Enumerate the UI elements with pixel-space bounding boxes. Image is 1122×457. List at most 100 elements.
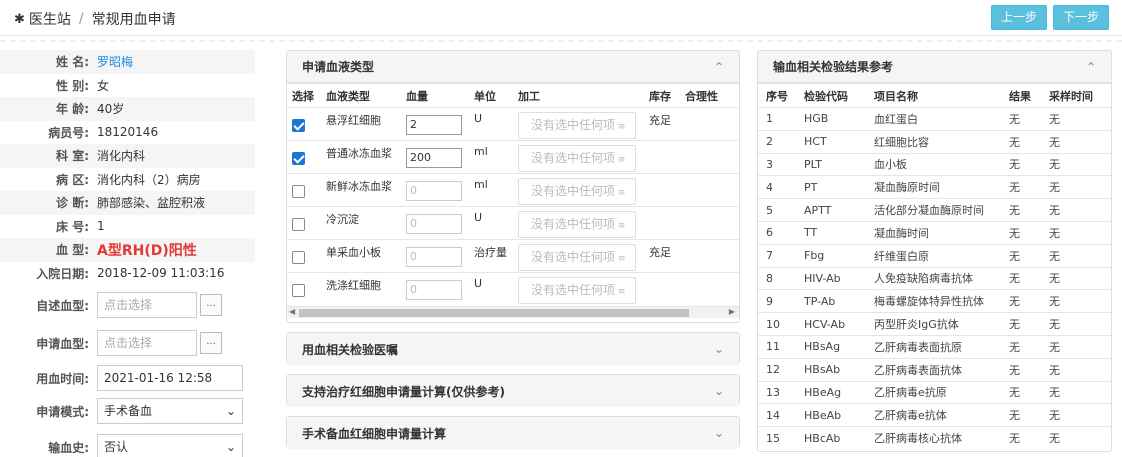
table-cell: 15: [758, 426, 799, 450]
row-checkbox[interactable]: [292, 119, 305, 132]
scroll-right-icon[interactable]: ▶: [729, 307, 735, 316]
processing-select[interactable]: 没有选中任何项 ≡: [518, 178, 636, 205]
scroll-left-icon[interactable]: ◀: [289, 307, 295, 316]
blood-type-cell: 洗涤红细胞: [321, 272, 401, 306]
table-row: 5 APTT 活化部分凝血酶原时间无无: [758, 198, 1111, 222]
table-cell: 乙肝病毒表面抗原: [869, 334, 1004, 359]
table-cell: 梅毒螺旋体特异性抗体: [869, 289, 1004, 313]
patient-field-row: 床 号: 1: [0, 215, 255, 239]
table-cell: 6: [758, 220, 799, 245]
table-cell: 无: [1044, 107, 1111, 131]
select-cell: [287, 206, 321, 240]
quantity-cell: 0: [401, 173, 469, 207]
table-cell: TP-Ab: [799, 289, 869, 313]
table-cell: HBeAb: [799, 403, 869, 427]
prev-step-button[interactable]: 上一步: [991, 5, 1048, 30]
self-blood-picker-button[interactable]: ...: [200, 294, 222, 316]
blood-type-panel: 申请血液类型 ⌃ 选择 血液类型 血量 单位 加工 库存 合理性 悬浮红细胞 2 U 没有选中任何…: [286, 50, 740, 323]
support-rbc-calc-panel[interactable]: 支持治疗红细胞申请量计算(仅供参考) ⌄: [286, 374, 740, 407]
transfusion-row: 输血史: 否认 ⌄: [0, 434, 255, 457]
blood-type-cell: 悬浮红细胞: [321, 107, 401, 141]
processing-placeholder: 没有选中任何项: [531, 184, 616, 198]
table-cell: 乙肝病毒e抗原: [869, 380, 1004, 404]
blood-type-panel-header[interactable]: 申请血液类型 ⌃: [287, 51, 739, 83]
table-row: 14 HBeAb 乙肝病毒e抗体无无: [758, 403, 1111, 427]
processing-placeholder: 没有选中任何项: [531, 250, 616, 264]
table-cell: 2: [758, 129, 799, 154]
column-header: 单位: [469, 83, 513, 108]
surgery-rbc-calc-panel[interactable]: 手术备血红细胞申请量计算 ⌄: [286, 416, 740, 449]
chevron-down-icon[interactable]: ⌄: [714, 342, 724, 356]
row-checkbox[interactable]: [292, 185, 305, 198]
quantity-input[interactable]: 0: [406, 181, 462, 201]
table-cell: TT: [799, 220, 869, 245]
processing-select[interactable]: 没有选中任何项 ≡: [518, 211, 636, 238]
quantity-input[interactable]: 0: [406, 280, 462, 300]
table-cell: HGB: [799, 107, 869, 131]
row-checkbox[interactable]: [292, 284, 305, 297]
table-cell: 无: [1004, 403, 1044, 427]
table-cell: 乙肝病毒核心抗体: [869, 426, 1004, 450]
use-time-label: 用血时间:: [36, 371, 89, 386]
table-cell: 5: [758, 198, 799, 222]
breadcrumb-home[interactable]: 医生站: [29, 9, 71, 29]
quantity-input[interactable]: 0: [406, 247, 462, 267]
dropdown-icon: ≡: [615, 122, 626, 132]
chevron-down-icon[interactable]: ⌄: [714, 384, 724, 398]
blood-type-table: 选择 血液类型 血量 单位 加工 库存 合理性 悬浮红细胞 2 U 没有选中任何项 ≡ 充足 普通冰冻…: [287, 83, 739, 306]
column-header: 检验代码: [799, 83, 869, 108]
quantity-input[interactable]: 200: [406, 148, 462, 168]
processing-select[interactable]: 没有选中任何项 ≡: [518, 277, 636, 304]
quantity-input[interactable]: 0: [406, 214, 462, 234]
scrollbar-thumb[interactable]: [299, 308, 689, 317]
processing-placeholder: 没有选中任何项: [531, 217, 616, 231]
patient-field-value: A型RH(D)阳性: [97, 242, 197, 259]
chevron-up-icon[interactable]: ⌃: [1086, 60, 1096, 74]
blood-type-cell: 单采血小板: [321, 239, 401, 273]
quantity-cell: 0: [401, 272, 469, 306]
apply-blood-input[interactable]: 点击选择: [97, 330, 197, 356]
validity-cell: [680, 239, 739, 273]
table-row: 10 HCV-Ab 丙型肝炎IgG抗体无无: [758, 312, 1111, 336]
processing-select[interactable]: 没有选中任何项 ≡: [518, 244, 636, 271]
use-time-input[interactable]: 2021-01-16 12:58: [97, 365, 243, 391]
table-cell: HBcAb: [799, 426, 869, 450]
table-cell: 人免疫缺陷病毒抗体: [869, 266, 1004, 290]
table-cell: HCV-Ab: [799, 312, 869, 336]
unit-cell: U: [469, 206, 513, 240]
transfusion-select[interactable]: 否认 ⌄: [97, 434, 243, 457]
table-cell: 4: [758, 175, 799, 199]
table-cell: 无: [1004, 152, 1044, 176]
dropdown-icon: ≡: [615, 155, 626, 165]
unit-cell: ml: [469, 140, 513, 174]
lab-orders-panel-title: 用血相关检验医嘱: [302, 342, 399, 357]
table-row: 12 HBsAb 乙肝病毒表面抗体无无: [758, 357, 1111, 382]
row-checkbox[interactable]: [292, 218, 305, 231]
lab-reference-panel-header[interactable]: 输血相关检验结果参考 ⌃: [758, 51, 1111, 83]
horizontal-scrollbar[interactable]: ◀ ▶: [287, 305, 739, 318]
quantity-cell: 200: [401, 140, 469, 174]
table-cell: 纤维蛋白原: [869, 243, 1004, 268]
column-header: 血量: [401, 83, 469, 108]
table-cell: HCT: [799, 129, 869, 154]
quantity-input[interactable]: 2: [406, 115, 462, 135]
apply-blood-picker-button[interactable]: ...: [200, 332, 222, 354]
processing-select[interactable]: 没有选中任何项 ≡: [518, 145, 636, 172]
validity-cell: [680, 272, 739, 306]
chevron-up-icon[interactable]: ⌃: [714, 60, 724, 74]
mode-select[interactable]: 手术备血 ⌄: [97, 398, 243, 424]
patient-field-label: 病员号:: [48, 125, 89, 140]
table-row: 4 PT 凝血酶原时间无无: [758, 175, 1111, 199]
processing-select[interactable]: 没有选中任何项 ≡: [518, 112, 636, 139]
row-checkbox[interactable]: [292, 152, 305, 165]
table-cell: 无: [1004, 380, 1044, 404]
chevron-down-icon[interactable]: ⌄: [714, 426, 724, 440]
next-step-button[interactable]: 下一步: [1053, 5, 1110, 30]
blood-type-cell: 新鲜冰冻血浆: [321, 173, 401, 207]
table-cell: 无: [1044, 266, 1111, 290]
lab-orders-panel[interactable]: 用血相关检验医嘱 ⌄: [286, 332, 740, 365]
self-blood-input[interactable]: 点击选择: [97, 292, 197, 318]
table-cell: 10: [758, 312, 799, 336]
row-checkbox[interactable]: [292, 251, 305, 264]
table-cell: HIV-Ab: [799, 266, 869, 290]
